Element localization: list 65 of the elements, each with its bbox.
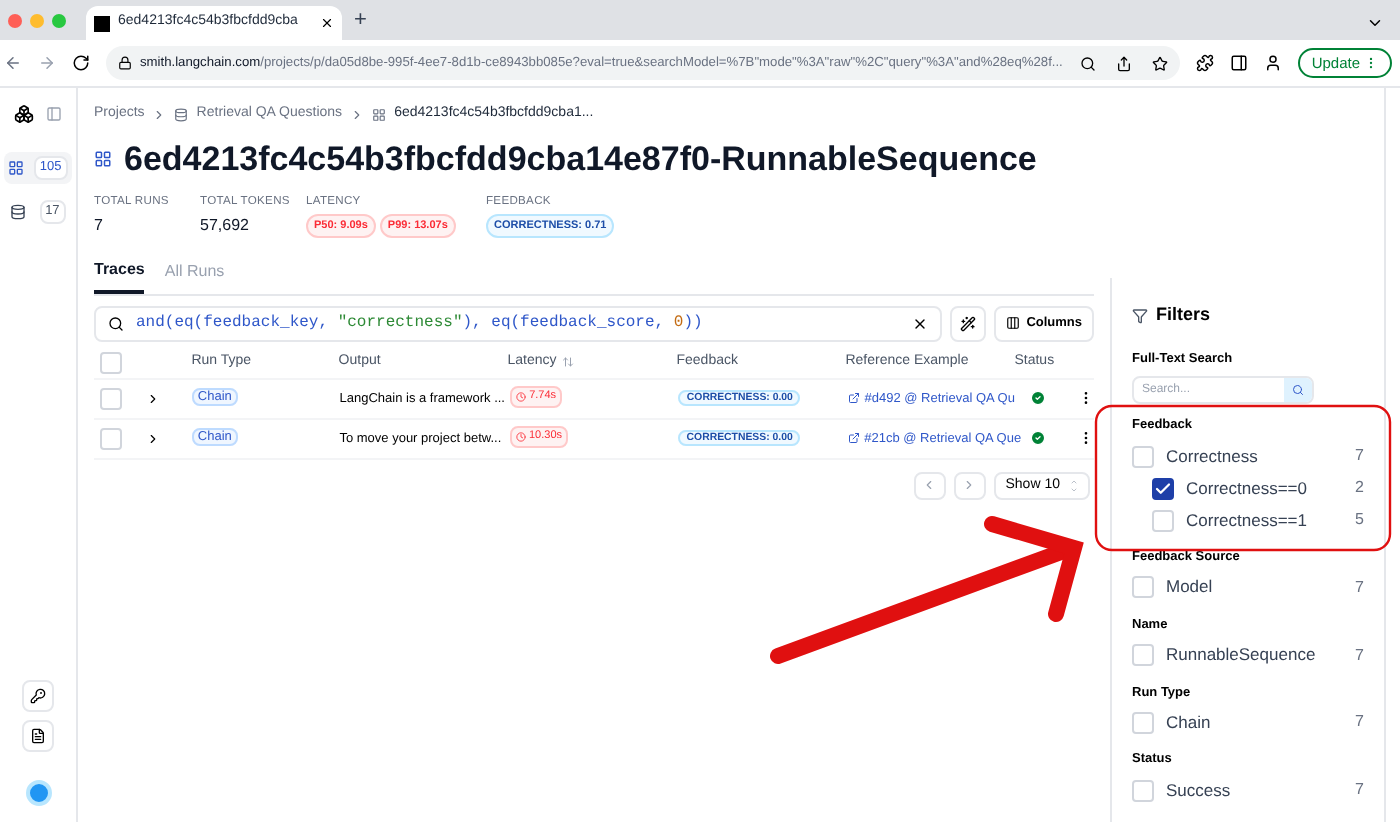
option-count: 7 [1355, 643, 1364, 667]
option-count: 5 [1355, 508, 1364, 532]
database-icon [174, 107, 189, 121]
logo-icon[interactable] [14, 104, 34, 124]
star-icon[interactable] [1151, 55, 1168, 71]
columns-icon [1006, 316, 1021, 331]
filters-title: Filters [1156, 302, 1211, 328]
new-tab-button[interactable]: + [354, 3, 367, 36]
option-count: 7 [1355, 575, 1364, 600]
chevron-right-icon [350, 107, 365, 121]
lock-icon [118, 56, 132, 70]
collapse-icon[interactable] [46, 106, 62, 122]
query-field[interactable]: and(eq(feedback_key, "correctness"), eq(feedback_score, 0)) [94, 305, 943, 342]
option-count: 7 [1355, 710, 1364, 735]
clear-icon[interactable] [912, 315, 929, 332]
reload-icon[interactable] [72, 54, 90, 72]
document-icon-button[interactable] [22, 720, 54, 752]
external-link-icon [848, 432, 861, 445]
more-icon [1364, 56, 1378, 70]
search-icon [108, 315, 124, 332]
chevron-left-icon [922, 478, 937, 493]
share-icon[interactable] [1115, 55, 1132, 71]
page-title: 6ed4213fc4c54b3fbcfdd9cba14e87f0-RunnableSequence [124, 142, 1037, 176]
filter-icon [1132, 307, 1148, 324]
tab[interactable]: Traces [94, 257, 145, 294]
clock-icon [515, 432, 525, 442]
chevron-right-icon [152, 107, 167, 121]
puzzle-icon[interactable] [1195, 54, 1214, 72]
magic-wand-icon [960, 315, 977, 332]
chevron-right-icon [962, 478, 977, 493]
grid-icon [372, 107, 387, 121]
grid-icon [8, 160, 25, 176]
stat-value: 57,692 [200, 213, 251, 238]
filter-option[interactable]: Success [1166, 777, 1231, 803]
magic-wand-button[interactable] [950, 305, 987, 342]
chevron-down-icon[interactable] [1366, 14, 1384, 32]
side-panel-icon[interactable] [1229, 54, 1248, 72]
option-count: 2 [1355, 476, 1364, 500]
filter-option[interactable]: Correctness [1166, 443, 1258, 469]
filter-option[interactable]: Chain [1166, 709, 1211, 736]
expand-icon[interactable] [146, 391, 160, 406]
sort-icon[interactable] [562, 356, 575, 369]
profile-icon[interactable] [1263, 54, 1282, 72]
filter-option[interactable]: Correctness==0 [1186, 475, 1307, 501]
database-icon [10, 204, 27, 220]
filter-option[interactable]: Model [1166, 574, 1213, 601]
key-icon-button[interactable] [22, 680, 54, 712]
grid-icon [94, 150, 112, 168]
stat-value: 7 [94, 213, 105, 238]
document-icon [30, 728, 46, 744]
option-count: 7 [1355, 444, 1364, 468]
key-icon [30, 688, 46, 704]
filter-option[interactable]: Correctness==1 [1186, 507, 1307, 533]
external-link-icon [848, 392, 861, 405]
option-count: 7 [1355, 778, 1364, 802]
checkbox[interactable] [1152, 477, 1174, 499]
forward-icon[interactable] [38, 54, 56, 72]
clock-icon [515, 392, 526, 402]
avatar[interactable] [25, 780, 51, 806]
site-logo-icon [94, 15, 110, 31]
close-icon[interactable] [320, 16, 334, 30]
expand-icon[interactable] [146, 431, 160, 446]
search-icon[interactable] [1079, 55, 1096, 71]
back-icon[interactable] [4, 54, 22, 72]
filter-option[interactable]: RunnableSequence [1166, 642, 1316, 668]
